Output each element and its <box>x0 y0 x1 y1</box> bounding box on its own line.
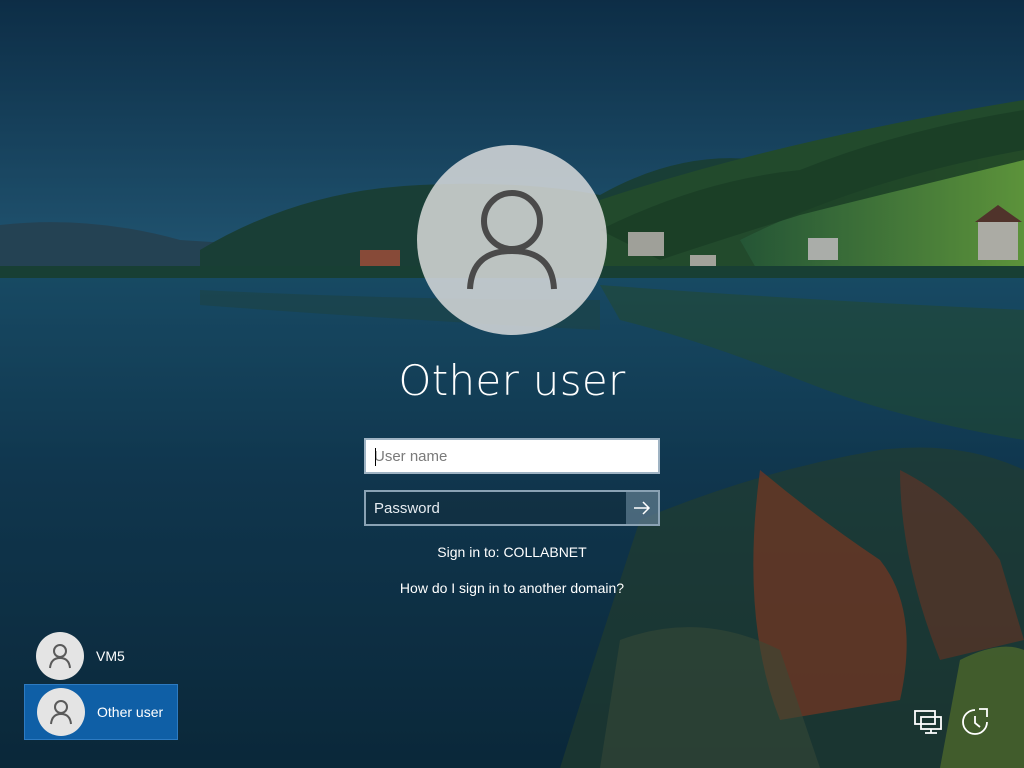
text-caret <box>375 448 376 466</box>
domain-help-link[interactable]: How do I sign in to another domain? <box>400 580 624 596</box>
user-tile-label: VM5 <box>96 648 125 664</box>
user-tile-vm5[interactable]: VM5 <box>24 628 178 684</box>
avatar <box>37 688 85 736</box>
sign-in-domain-text: Sign in to: COLLABNET <box>437 544 587 560</box>
network-button[interactable] <box>910 704 946 740</box>
network-icon <box>914 710 942 734</box>
ease-of-access-button[interactable] <box>957 704 993 740</box>
user-tile-other-user[interactable]: Other user <box>24 684 178 740</box>
ease-of-access-icon <box>962 708 988 735</box>
arrow-right-icon <box>634 501 651 515</box>
username-field[interactable] <box>364 438 660 474</box>
user-icon <box>49 644 71 669</box>
lock-screen: Other user Sign in to: COLLABNET How do … <box>0 0 1024 768</box>
submit-button[interactable] <box>626 492 658 524</box>
selected-user-name: Other user <box>398 356 626 405</box>
password-input[interactable] <box>366 492 626 524</box>
password-field[interactable] <box>364 490 660 526</box>
avatar <box>36 632 84 680</box>
user-avatar-large <box>417 145 607 335</box>
username-input[interactable] <box>366 440 658 472</box>
user-tile-label: Other user <box>97 704 164 720</box>
user-icon <box>50 700 72 725</box>
domain-help-container: How do I sign in to another domain? <box>0 580 1024 596</box>
user-icon <box>467 190 557 290</box>
